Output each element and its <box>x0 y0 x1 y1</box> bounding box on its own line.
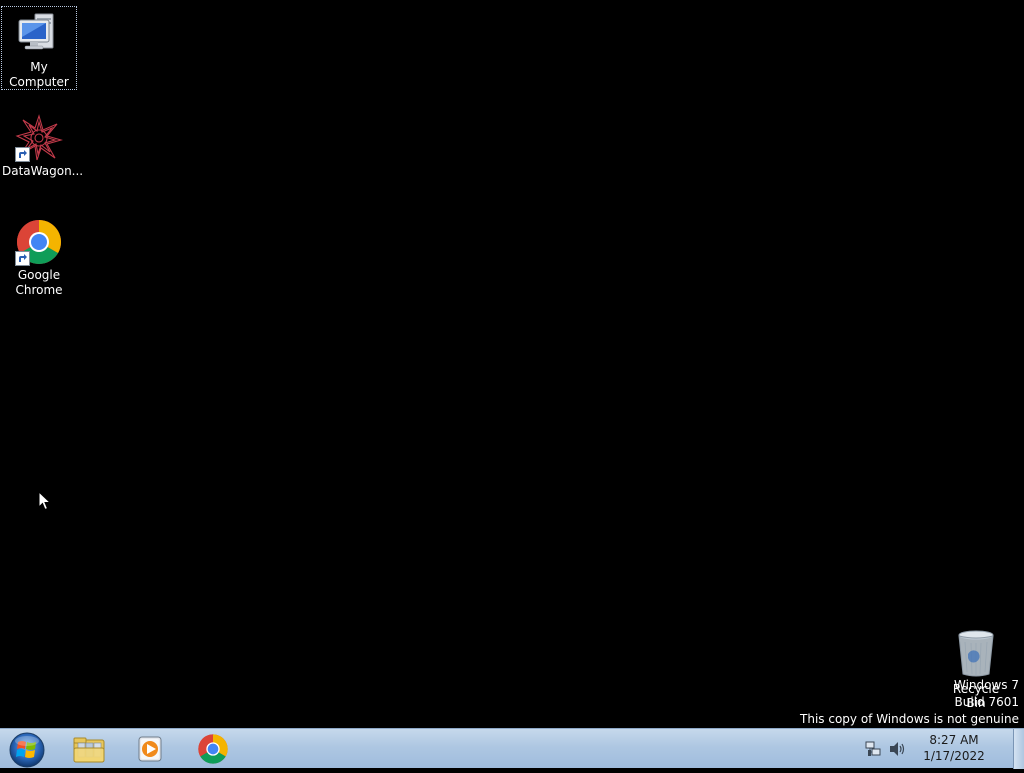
chrome-icon <box>198 734 228 764</box>
taskbar-pinned-media-player[interactable] <box>122 731 178 767</box>
desktop[interactable]: My Computer DataWagon... Google Chrome R… <box>0 0 1024 728</box>
mouse-cursor-icon <box>38 491 52 511</box>
desktop-icon-datawagon[interactable]: DataWagon... <box>1 110 84 179</box>
datawagon-icon <box>15 114 64 162</box>
network-icon[interactable] <box>864 740 882 758</box>
volume-icon[interactable] <box>888 740 906 758</box>
watermark-os-name: Windows 7 <box>953 678 1019 692</box>
start-button[interactable] <box>4 729 50 769</box>
chrome-icon <box>15 218 63 266</box>
clock-date: 1/17/2022 <box>923 749 985 763</box>
desktop-icon-label: My Computer <box>9 60 69 89</box>
windows-watermark: Windows 7 Build 7601 This copy of Window… <box>800 677 1019 728</box>
desktop-icon-label: DataWagon... <box>2 164 84 178</box>
clock[interactable]: 8:27 AM 1/17/2022 <box>914 732 994 764</box>
shortcut-arrow-icon <box>15 147 30 162</box>
desktop-icon-my-computer[interactable]: My Computer <box>1 6 77 90</box>
shortcut-arrow-icon <box>15 251 30 266</box>
watermark-build: Build 7601 <box>954 695 1019 709</box>
taskbar-pinned-chrome[interactable] <box>185 731 241 767</box>
windows-logo-icon <box>9 732 45 768</box>
clock-time: 8:27 AM <box>929 733 979 747</box>
taskbar-pinned-explorer[interactable] <box>61 731 117 767</box>
show-desktop-button[interactable] <box>1013 729 1024 769</box>
system-tray: 8:27 AM 1/17/2022 <box>862 729 1012 769</box>
desktop-icon-label: Google Chrome <box>15 268 63 297</box>
watermark-genuine-notice: This copy of Windows is not genuine <box>800 712 1019 726</box>
taskbar: 8:27 AM 1/17/2022 <box>0 728 1024 769</box>
desktop-icon-google-chrome[interactable]: Google Chrome <box>1 214 77 298</box>
folder-library-icon <box>73 737 105 763</box>
recycle-bin-icon <box>956 630 996 678</box>
media-player-icon <box>138 736 162 762</box>
computer-icon <box>15 10 63 58</box>
